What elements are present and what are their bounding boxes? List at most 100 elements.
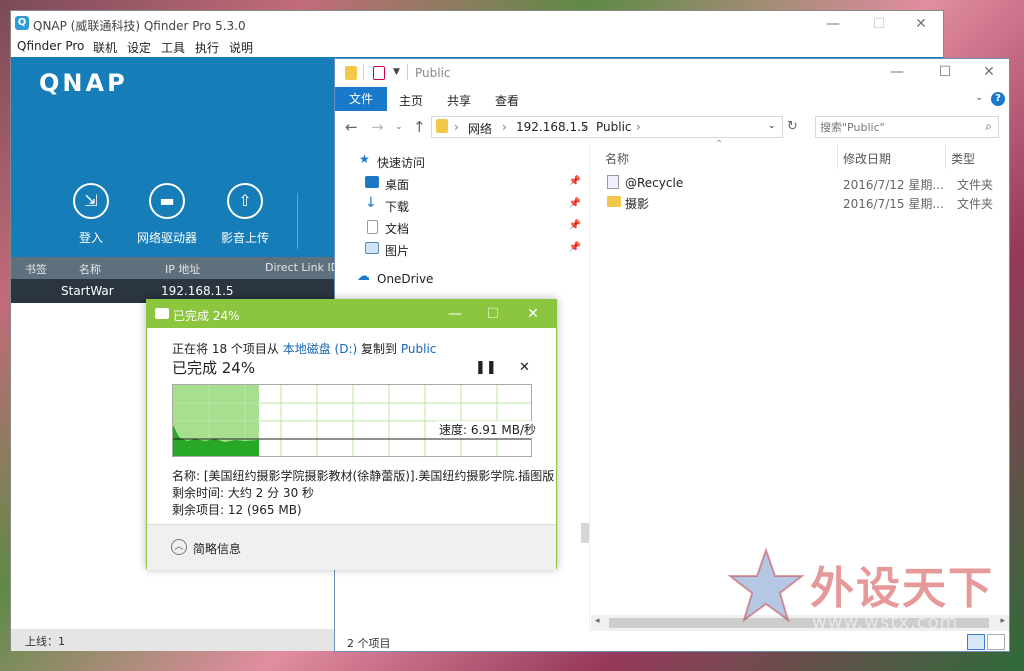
expand-ribbon-icon[interactable]: ⌄ <box>975 92 983 103</box>
explorer-title: Public <box>415 66 451 80</box>
nav-pictures[interactable]: 图片 📌 <box>335 239 589 259</box>
nav-label: 下载 <box>385 200 410 214</box>
dest-link[interactable]: Public <box>401 342 437 356</box>
column-divider[interactable] <box>837 145 838 169</box>
document-icon <box>367 220 378 234</box>
breadcrumb-public[interactable]: Public <box>596 120 632 134</box>
items-remaining: 剩余项目: 12 (965 MB) <box>172 503 302 517</box>
menu-help[interactable]: 说明 <box>229 39 253 56</box>
device-name: StartWar <box>61 284 114 298</box>
login-button[interactable]: ⇲ 登入 <box>51 183 131 246</box>
breadcrumb-host[interactable]: 192.168.1.5 <box>516 120 589 134</box>
forward-arrow-icon[interactable]: → <box>371 118 384 136</box>
maximize-icon[interactable]: ☐ <box>475 300 511 328</box>
menu-run[interactable]: 执行 <box>195 39 219 56</box>
breadcrumb-network[interactable]: 网络 <box>468 120 492 137</box>
back-arrow-icon[interactable]: ← <box>345 118 358 136</box>
col-modified[interactable]: 修改日期 <box>843 150 891 167</box>
col-name[interactable]: 名称 <box>79 261 101 277</box>
breadcrumb-sep: › <box>502 120 507 134</box>
time-remaining: 剩余时间: 大约 2 分 30 秒 <box>172 486 315 500</box>
nav-downloads[interactable]: ↓ 下载 📌 <box>335 195 589 215</box>
qat-dropdown-icon[interactable]: ▼ <box>393 67 400 77</box>
details-view-icon[interactable] <box>967 634 985 650</box>
menu-qfinder-pro[interactable]: Qfinder Pro <box>17 39 84 53</box>
pin-icon[interactable]: 📌 <box>569 176 581 187</box>
quick-access-folder-icon[interactable] <box>345 66 357 80</box>
nav-documents[interactable]: 文档 📌 <box>335 217 589 237</box>
nav-quick-access[interactable]: ★ 快速访问 <box>335 151 589 171</box>
nav-desktop[interactable]: 桌面 📌 <box>335 173 589 193</box>
network-drive-label: 网络驱动器 <box>136 231 197 245</box>
breadcrumb-sep: › <box>454 120 459 134</box>
fewer-details-label: 简略信息 <box>193 542 242 556</box>
search-box[interactable]: ⌕ <box>815 116 999 138</box>
pin-icon[interactable]: 📌 <box>569 242 581 253</box>
source-link[interactable]: 本地磁盘 (D:) <box>283 342 357 356</box>
scroll-right-icon[interactable]: ▸ <box>1000 616 1005 626</box>
properties-icon[interactable] <box>373 66 385 80</box>
tab-file[interactable]: 文件 <box>335 87 387 111</box>
large-icons-view-icon[interactable] <box>987 634 1005 650</box>
col-bookmark[interactable]: 书签 <box>25 261 47 277</box>
explorer-statusbar: 2 个项目 <box>335 631 1009 653</box>
up-arrow-icon[interactable]: ↑ <box>413 118 426 136</box>
tab-home[interactable]: 主页 <box>399 92 423 109</box>
menu-connect[interactable]: 联机 <box>93 39 117 56</box>
refresh-icon[interactable]: ↻ <box>787 119 798 134</box>
tab-view[interactable]: 查看 <box>495 92 519 109</box>
file-name: 摄影 <box>625 197 650 211</box>
media-upload-label: 影音上传 <box>220 231 269 245</box>
media-upload-button[interactable]: ⇧ 影音上传 <box>205 183 285 246</box>
address-bar[interactable]: › 网络 › 192.168.1.5 › Public › ⌄ <box>431 116 783 138</box>
scroll-left-icon[interactable]: ◂ <box>595 616 600 626</box>
pause-icon[interactable]: ❚❚ <box>475 360 497 375</box>
device-ip: 192.168.1.5 <box>161 284 234 298</box>
menu-settings[interactable]: 设定 <box>127 39 151 56</box>
col-ip[interactable]: IP 地址 <box>165 261 200 277</box>
star-icon: ★ <box>359 152 370 166</box>
search-icon[interactable]: ⌕ <box>985 119 992 134</box>
pin-icon[interactable]: 📌 <box>569 220 581 231</box>
watermark-text: 外设天下 <box>810 563 994 614</box>
tab-share[interactable]: 共享 <box>447 92 471 109</box>
column-divider[interactable] <box>945 145 946 169</box>
explorer-titlebar[interactable]: ▼ Public — ☐ ✕ <box>335 59 1009 87</box>
minimize-icon[interactable]: — <box>811 11 855 37</box>
address-bar-row: ← → ⌄ ↑ › 网络 › 192.168.1.5 › Public › ⌄ … <box>335 115 1009 141</box>
ribbon-tabs: 文件 主页 共享 查看 ⌄ ? <box>335 87 1009 111</box>
address-dropdown-icon[interactable]: ⌄ <box>768 121 776 131</box>
menu-tools[interactable]: 工具 <box>161 39 185 56</box>
cancel-icon[interactable]: ✕ <box>519 360 530 375</box>
copy-dialog-footer: ︿ 简略信息 <box>147 524 556 570</box>
maximize-icon[interactable]: ☐ <box>923 59 967 85</box>
close-icon[interactable]: ✕ <box>515 300 551 328</box>
qfinder-menubar: Qfinder Pro 联机 设定 工具 执行 说明 <box>11 37 943 57</box>
help-icon[interactable]: ? <box>991 92 1005 106</box>
file-row-photography[interactable]: 摄影 2016/7/15 星期... 文件夹 <box>603 192 1007 212</box>
location-icon <box>436 119 448 133</box>
nav-scrollbar-thumb[interactable] <box>581 523 589 543</box>
nav-onedrive[interactable]: ☁ OneDrive <box>335 269 589 289</box>
col-direct-link[interactable]: Direct Link ID <box>265 261 339 274</box>
minimize-icon[interactable]: — <box>437 300 473 328</box>
qfinder-titlebar[interactable]: Q QNAP (威联通科技) Qfinder Pro 5.3.0 — ☐ ✕ <box>11 11 943 37</box>
copy-dialog-titlebar[interactable]: 已完成 24% — ☐ ✕ <box>147 300 556 328</box>
close-icon[interactable]: ✕ <box>899 11 943 37</box>
close-icon[interactable]: ✕ <box>967 59 1011 85</box>
recent-locations-icon[interactable]: ⌄ <box>395 122 403 132</box>
online-count: 上线：1 <box>25 635 65 648</box>
minimize-icon[interactable]: — <box>875 59 919 85</box>
network-drive-button[interactable]: ▬ 网络驱动器 <box>127 183 207 246</box>
col-type[interactable]: 类型 <box>951 150 975 167</box>
pin-icon[interactable]: 📌 <box>569 198 581 209</box>
maximize-icon[interactable]: ☐ <box>857 11 901 37</box>
search-input[interactable] <box>820 119 970 135</box>
nav-label: 图片 <box>385 244 410 258</box>
col-name[interactable]: 名称 <box>605 150 629 167</box>
file-date: 2016/7/12 星期... <box>843 178 944 192</box>
login-label: 登入 <box>78 231 103 245</box>
file-row-recycle[interactable]: @Recycle 2016/7/12 星期... 文件夹 <box>603 173 1007 193</box>
copy-from-prefix: 正在将 18 个项目从 <box>172 342 279 356</box>
speed-label: 速度: 6.91 MB/秒 <box>437 421 539 438</box>
